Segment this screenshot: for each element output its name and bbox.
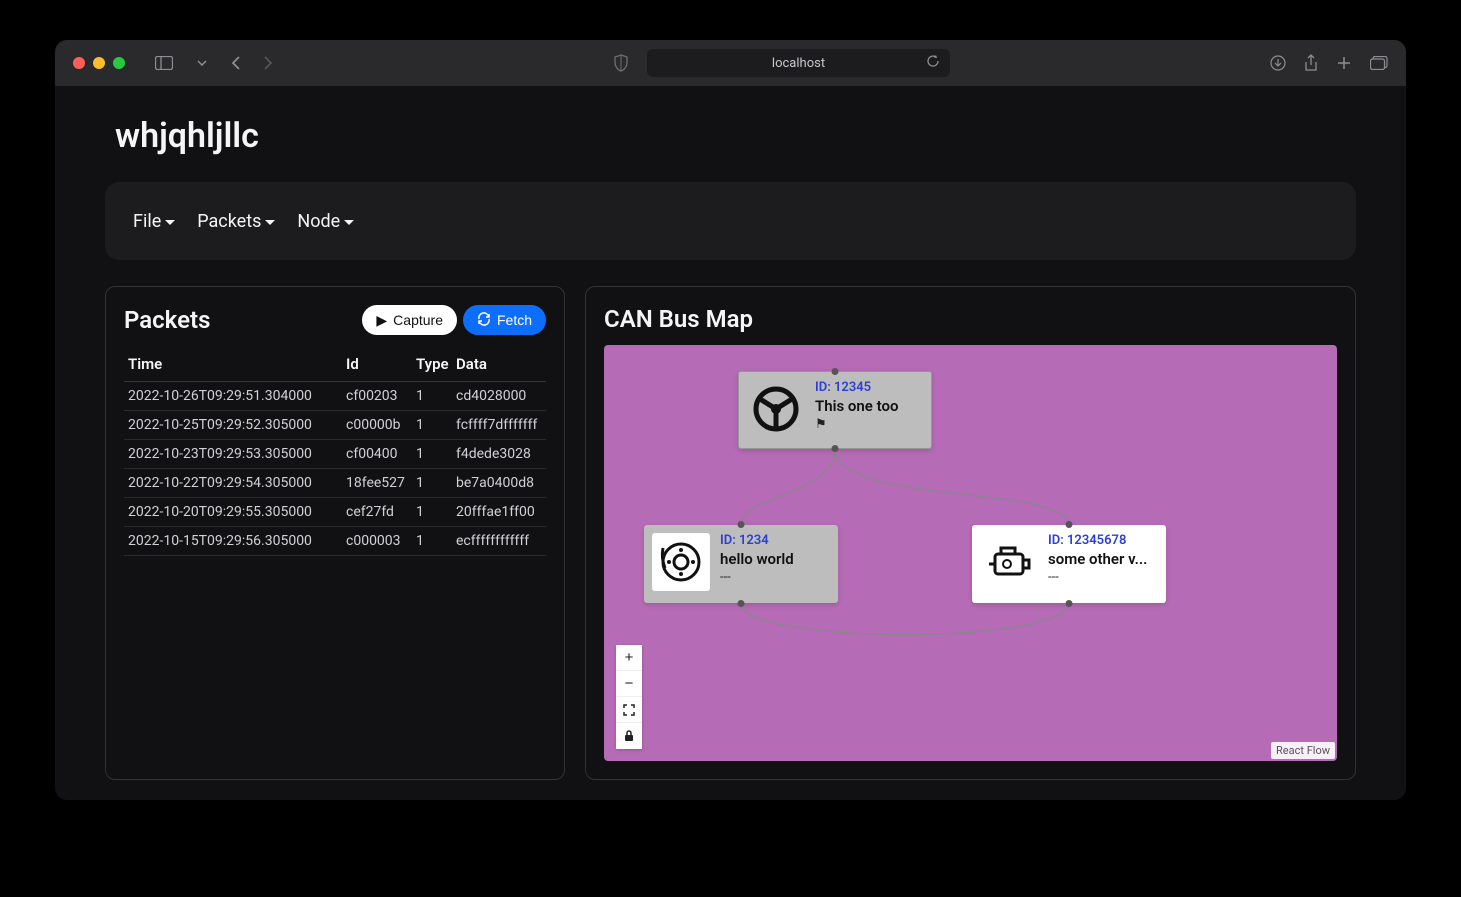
map-title: CAN Bus Map — [604, 305, 1337, 333]
col-header-time[interactable]: Time — [124, 347, 342, 382]
menu-file[interactable]: File — [133, 211, 175, 232]
cell-time: 2022-10-23T09:29:53.305000 — [124, 440, 342, 469]
chevron-down-icon — [165, 220, 175, 225]
share-icon[interactable] — [1304, 54, 1318, 72]
titlebar: localhost — [55, 40, 1406, 86]
flow-node[interactable]: ID: 1234 hello world --- — [644, 525, 838, 603]
cell-time: 2022-10-15T09:29:56.305000 — [124, 527, 342, 556]
cell-time: 2022-10-22T09:29:54.305000 — [124, 469, 342, 498]
cell-time: 2022-10-20T09:29:55.305000 — [124, 498, 342, 527]
cell-type: 1 — [412, 469, 452, 498]
fetch-button[interactable]: Fetch — [463, 305, 546, 335]
node-sub-label: --- — [720, 570, 830, 585]
brake-disc-icon — [652, 533, 710, 591]
zoom-out-button[interactable]: − — [616, 671, 642, 697]
cell-id: c000003 — [342, 527, 412, 556]
chevron-down-icon — [265, 220, 275, 225]
lock-button[interactable] — [616, 723, 642, 749]
react-flow-attribution[interactable]: React Flow — [1271, 742, 1335, 759]
table-row[interactable]: 2022-10-26T09:29:51.304000cf002031cd4028… — [124, 382, 546, 411]
chevron-down-icon — [344, 220, 354, 225]
cell-data: be7a0400d8 — [452, 469, 546, 498]
new-tab-icon[interactable] — [1336, 54, 1352, 72]
cell-type: 1 — [412, 440, 452, 469]
back-button[interactable] — [223, 50, 249, 76]
sidebar-toggle-button[interactable] — [151, 50, 177, 76]
url-text: localhost — [772, 56, 825, 71]
app-content: whjqhljllc File Packets Node Packets ▶ C… — [55, 86, 1406, 800]
tab-dropdown-button[interactable] — [189, 50, 215, 76]
cell-type: 1 — [412, 382, 452, 411]
browser-window: localhost whjqhljllc File Packets — [55, 40, 1406, 800]
address-bar[interactable]: localhost — [647, 49, 951, 77]
fit-view-button[interactable] — [616, 697, 642, 723]
node-handle-top[interactable] — [832, 368, 839, 375]
node-sub-label: --- — [1048, 570, 1158, 585]
cell-data: f4dede3028 — [452, 440, 546, 469]
zoom-controls: + − — [616, 645, 642, 749]
zoom-in-button[interactable]: + — [616, 645, 642, 671]
engine-icon — [980, 533, 1038, 591]
cell-data: ecffffffffffff — [452, 527, 546, 556]
table-row[interactable]: 2022-10-23T09:29:53.305000cf004001f4dede… — [124, 440, 546, 469]
cell-data: fcffff7dfffffff — [452, 411, 546, 440]
map-panel: CAN Bus Map ID: 12345 — [585, 286, 1356, 780]
cell-id: c00000b — [342, 411, 412, 440]
flag-icon: ⚑ — [815, 417, 923, 432]
cell-id: 18fee527 — [342, 469, 412, 498]
node-handle-bottom[interactable] — [738, 600, 745, 607]
flow-canvas[interactable]: ID: 12345 This one too ⚑ ID: 12 — [604, 345, 1337, 761]
refresh-icon — [477, 312, 491, 329]
node-title-label: some other v... — [1048, 550, 1158, 568]
flow-node[interactable]: ID: 12345 This one too ⚑ — [738, 371, 932, 449]
packets-table: Time Id Type Data 2022-10-26T09:29:51.30… — [124, 347, 546, 556]
packets-title: Packets — [124, 306, 210, 334]
steering-wheel-icon — [747, 380, 805, 438]
cell-type: 1 — [412, 411, 452, 440]
packets-panel: Packets ▶ Capture Fetch — [105, 286, 565, 780]
cell-id: cf00203 — [342, 382, 412, 411]
minimize-window-button[interactable] — [93, 57, 105, 69]
play-icon: ▶ — [376, 312, 387, 329]
menu-node[interactable]: Node — [297, 211, 354, 232]
table-row[interactable]: 2022-10-20T09:29:55.305000cef27fd120fffa… — [124, 498, 546, 527]
col-header-data[interactable]: Data — [452, 347, 546, 382]
forward-button[interactable] — [255, 50, 281, 76]
node-title-label: hello world — [720, 550, 830, 568]
downloads-icon[interactable] — [1270, 54, 1286, 72]
cell-data: cd4028000 — [452, 382, 546, 411]
maximize-window-button[interactable] — [113, 57, 125, 69]
node-handle-bottom[interactable] — [832, 445, 839, 452]
app-title: whjqhljllc — [115, 116, 1356, 156]
node-handle-top[interactable] — [738, 521, 745, 528]
reload-icon[interactable] — [926, 54, 940, 72]
capture-button[interactable]: ▶ Capture — [362, 305, 457, 335]
menu-packets[interactable]: Packets — [197, 211, 275, 232]
node-title-label: This one too — [815, 397, 923, 415]
node-id-label: ID: 1234 — [720, 533, 830, 548]
cell-time: 2022-10-25T09:29:52.305000 — [124, 411, 342, 440]
table-row[interactable]: 2022-10-15T09:29:56.305000c0000031ecffff… — [124, 527, 546, 556]
table-row[interactable]: 2022-10-22T09:29:54.30500018fee5271be7a0… — [124, 469, 546, 498]
menubar: File Packets Node — [105, 182, 1356, 260]
traffic-lights — [73, 57, 125, 69]
close-window-button[interactable] — [73, 57, 85, 69]
cell-data: 20fffae1ff00 — [452, 498, 546, 527]
col-header-id[interactable]: Id — [342, 347, 412, 382]
cell-time: 2022-10-26T09:29:51.304000 — [124, 382, 342, 411]
flow-node[interactable]: ID: 12345678 some other v... --- — [972, 525, 1166, 603]
tab-overview-icon[interactable] — [1370, 54, 1388, 72]
node-handle-top[interactable] — [1066, 521, 1073, 528]
table-row[interactable]: 2022-10-25T09:29:52.305000c00000b1fcffff… — [124, 411, 546, 440]
privacy-shield-icon[interactable] — [613, 54, 629, 72]
cell-type: 1 — [412, 498, 452, 527]
node-handle-bottom[interactable] — [1066, 600, 1073, 607]
cell-id: cef27fd — [342, 498, 412, 527]
col-header-type[interactable]: Type — [412, 347, 452, 382]
cell-id: cf00400 — [342, 440, 412, 469]
cell-type: 1 — [412, 527, 452, 556]
node-id-label: ID: 12345 — [815, 380, 923, 395]
node-id-label: ID: 12345678 — [1048, 533, 1158, 548]
